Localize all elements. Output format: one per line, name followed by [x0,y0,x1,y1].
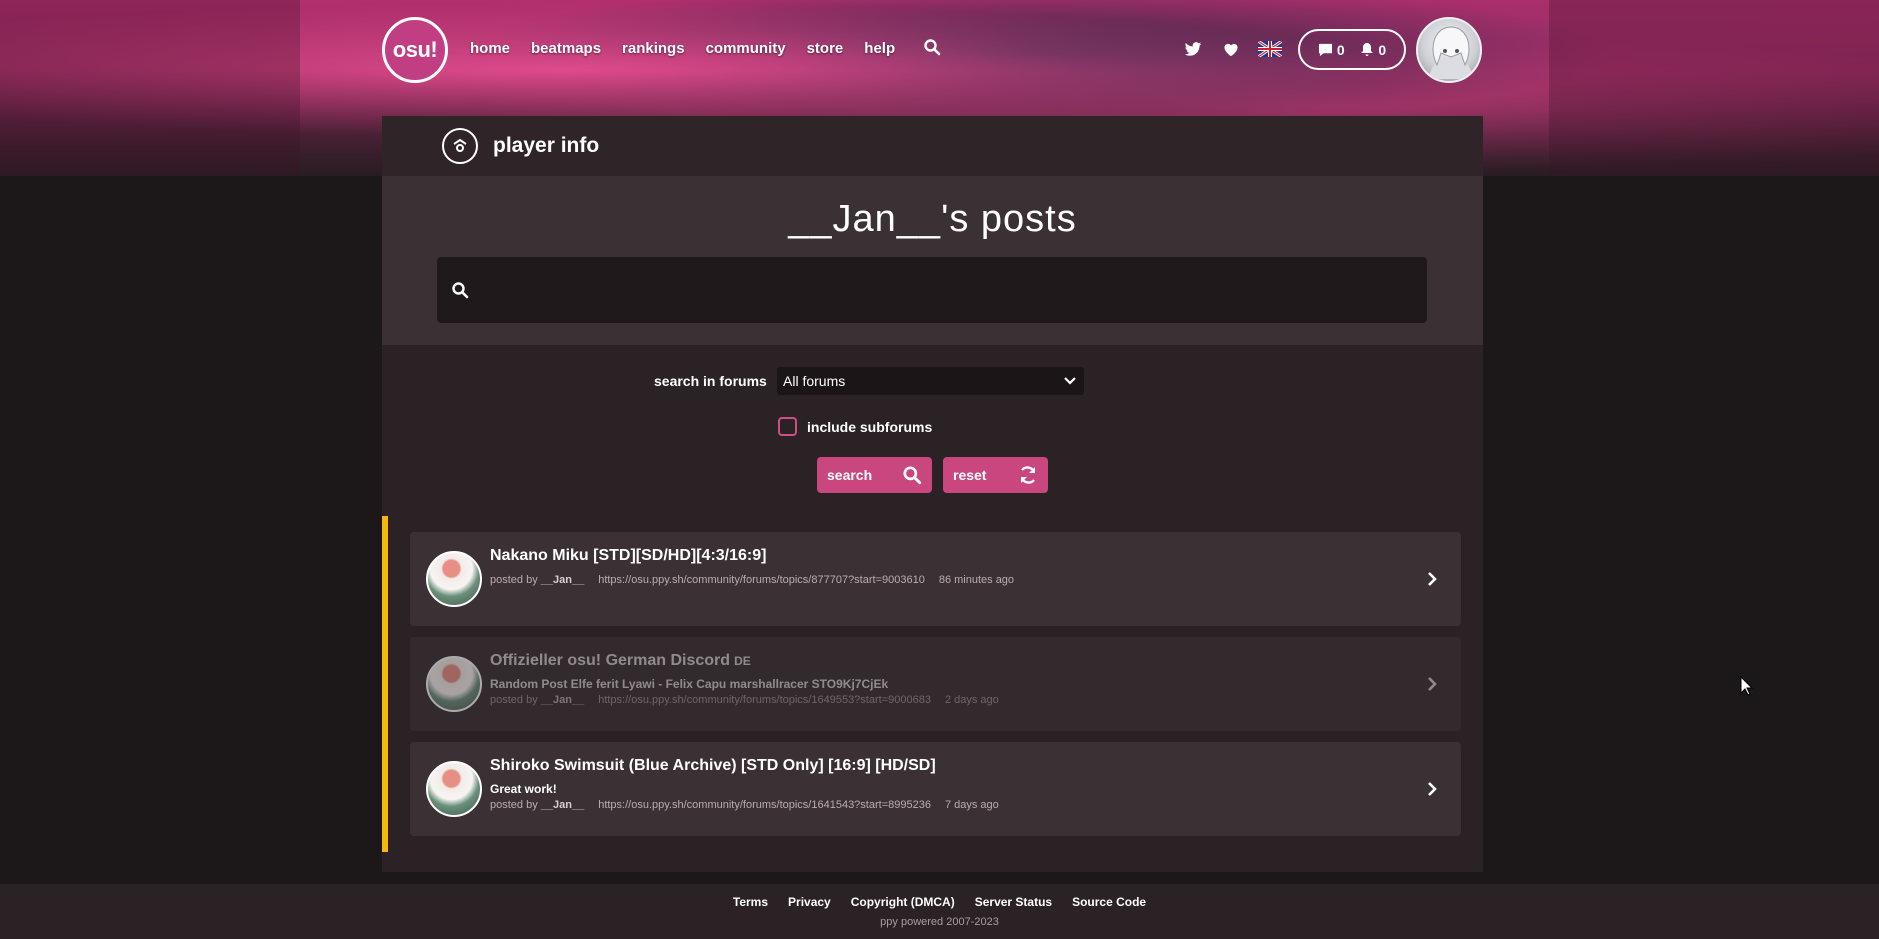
post-meta: posted by __Jan__ https://osu.ppy.sh/com… [490,694,999,706]
notification-count: 0 [1378,41,1387,58]
banner-shade-right [1549,0,1879,176]
post-card[interactable]: Nakano Miku [STD][SD/HD][4:3/16:9] poste… [410,532,1461,626]
post-time: 7 days ago [944,799,999,811]
post-author[interactable]: __Jan__ [541,694,584,706]
footer-privacy[interactable]: Privacy [788,895,831,909]
uk-flag-icon[interactable] [1257,38,1283,60]
footer-copyright[interactable]: Copyright (DMCA) [851,895,955,909]
page-title: __Jan__'s posts [788,198,1077,240]
posted-by-label: posted by [490,694,538,706]
panel-bottom [382,852,1483,872]
post-url[interactable]: https://osu.ppy.sh/community/forums/topi… [598,799,931,811]
chevron-right-icon[interactable] [1425,675,1439,693]
footer-server-status[interactable]: Server Status [975,895,1052,909]
post-avatar[interactable] [426,761,482,817]
chat-icon [1318,43,1332,56]
post-title-text: Offizieller osu! German Discord [490,652,731,669]
post-title-text: Shiroko Swimsuit (Blue Archive) [STD Onl… [490,757,936,774]
search-button[interactable]: search [817,457,932,493]
include-subforums-label: include subforums [807,418,933,435]
refresh-icon [1020,466,1036,484]
post-meta: posted by __Jan__ https://osu.ppy.sh/com… [490,799,999,811]
notifications-pill: 0 0 [1298,29,1406,70]
post-author[interactable]: __Jan__ [541,799,584,811]
mouse-cursor-icon [1740,676,1754,696]
post-url[interactable]: https://osu.ppy.sh/community/forums/topi… [598,574,925,586]
heart-icon[interactable] [1220,38,1242,60]
post-tag: DE [734,654,751,668]
filters-area: search in forums All forums include subf… [382,345,1483,516]
footer: Terms Privacy Copyright (DMCA) Server St… [0,884,1879,939]
post-avatar[interactable] [426,656,482,712]
forum-filter-label: search in forums [654,373,767,389]
post-body: Random Post Elfe ferit Lyawi - Felix Cap… [490,677,889,691]
footer-links: Terms Privacy Copyright (DMCA) Server St… [0,895,1879,909]
twitter-icon[interactable] [1182,38,1204,60]
forum-select[interactable]: All forums [777,367,1084,395]
post-card[interactable]: Shiroko Swimsuit (Blue Archive) [STD Onl… [410,742,1461,836]
main-panel: player info __Jan__'s posts search in fo… [382,116,1483,872]
search-box[interactable] [437,257,1427,323]
banner-shade-left [0,0,300,176]
include-subforums-checkbox[interactable] [778,417,797,436]
bell-icon [1361,43,1374,56]
footer-source-code[interactable]: Source Code [1072,895,1146,909]
search-icon [452,282,469,299]
chat-count: 0 [1336,41,1345,58]
include-subforums[interactable]: include subforums [778,417,932,436]
post-title[interactable]: Nakano Miku [STD][SD/HD][4:3/16:9] [490,547,766,565]
post-author[interactable]: __Jan__ [541,574,584,586]
top-nav: osu! home beatmaps rankings community st… [382,0,1482,100]
section-title: player info [493,134,600,157]
search-icon [903,466,922,485]
post-body: Great work! [490,782,557,796]
search-input[interactable] [481,279,1381,301]
posted-by-label: posted by [490,799,538,811]
post-url[interactable]: https://osu.ppy.sh/community/forums/topi… [598,694,931,706]
post-title[interactable]: Shiroko Swimsuit (Blue Archive) [STD Onl… [490,757,936,775]
nav-right: 0 0 [382,0,1482,100]
player-info-icon [442,128,478,164]
chat-button[interactable]: 0 [1318,42,1345,58]
footer-terms[interactable]: Terms [733,895,768,909]
post-avatar[interactable] [426,551,482,607]
notification-button[interactable]: 0 [1360,42,1386,58]
reset-button[interactable]: reset [943,457,1048,493]
user-avatar[interactable] [1416,17,1482,83]
title-area: __Jan__'s posts [382,176,1483,345]
chevron-right-icon[interactable] [1425,570,1439,588]
search-button-label: search [827,467,873,483]
post-time: 86 minutes ago [938,574,1015,586]
post-title[interactable]: Offizieller osu! German Discord DE [490,652,751,670]
footer-copyright-text: ppy powered 2007-2023 [880,916,999,928]
chevron-down-icon [1064,377,1076,385]
reset-button-label: reset [953,467,987,483]
post-title-text: Nakano Miku [STD][SD/HD][4:3/16:9] [490,547,767,564]
posted-by-label: posted by [490,574,538,586]
post-time: 2 days ago [944,694,999,706]
post-results: Nakano Miku [STD][SD/HD][4:3/16:9] poste… [382,516,1483,852]
post-card[interactable]: Offizieller osu! German Discord DE Random… [410,637,1461,731]
page-header: player info [382,116,1483,176]
forum-select-value: All forums [783,373,846,389]
post-meta: posted by __Jan__ https://osu.ppy.sh/com… [490,574,1014,586]
chevron-right-icon[interactable] [1425,780,1439,798]
